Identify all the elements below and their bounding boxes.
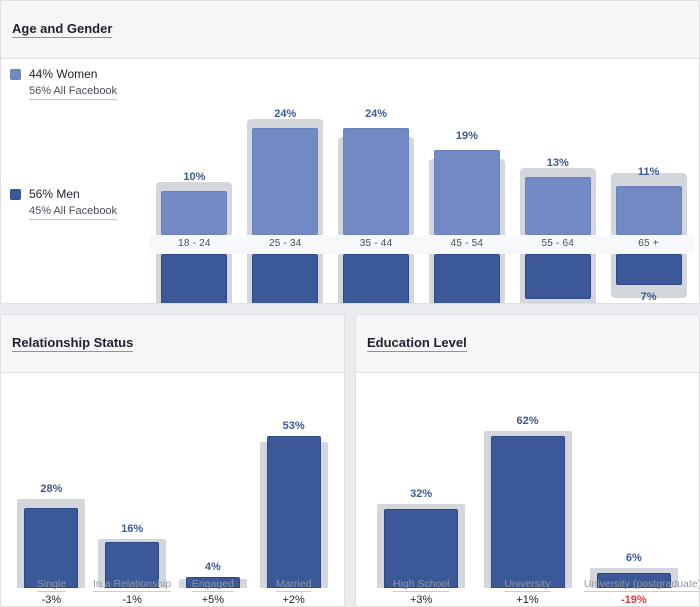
bar-column[interactable]: 53% Married +2% [259, 373, 328, 606]
age-group-column[interactable]: 11% 7% 65 + [610, 59, 687, 304]
age-and-gender-header: Age and Gender [1, 1, 699, 59]
bar-delta-label: -19% [620, 594, 647, 606]
bar-category: University +1% [478, 574, 578, 606]
bar-value-label: 32% [410, 488, 433, 501]
age-group-label: 25 - 34 [268, 238, 302, 249]
bar-category: Engaged +5% [173, 574, 253, 606]
bar-category: University (postgraduate) -19% [583, 574, 699, 606]
women-value-label: 19% [455, 130, 478, 143]
bar-delta-label: -3% [41, 594, 62, 606]
bar-category-label[interactable]: University [504, 578, 551, 592]
bar-column[interactable]: 4% Engaged +5% [178, 373, 247, 606]
bar-category: In a Relationship -1% [92, 574, 172, 606]
relationship-status-chart: 28% Single -3% 16% In a Relationship -1% 4% Eng… [1, 373, 344, 606]
women-bar[interactable] [343, 128, 410, 235]
bar-category-label[interactable]: Single [36, 578, 66, 592]
legend-men-row: 56% Men [10, 187, 117, 201]
bar-delta-label: +1% [516, 594, 539, 606]
bar-column[interactable]: 28% Single -3% [17, 373, 86, 606]
women-value-label: 24% [274, 108, 297, 121]
legend-men-label: 56% Men [29, 187, 80, 201]
age-and-gender-body: 44% Women 56% All Facebook 56% Men 45% A… [1, 59, 699, 304]
legend-swatch-icon-men [10, 188, 21, 200]
bar-category-label[interactable]: High School [392, 578, 450, 592]
women-value-label: 10% [183, 170, 206, 183]
bar-category-label[interactable]: University (postgraduate) [583, 578, 699, 592]
education-level-body: 32% High School +3% 62% University +1% 6% Unive… [356, 373, 699, 606]
relationship-status-body: 28% Single -3% 16% In a Relationship -1% 4% Eng… [1, 373, 344, 606]
age-group-column[interactable]: 10%12%18 - 24 [156, 59, 233, 303]
legend-swatch-icon-women [10, 68, 21, 80]
bar-value-label: 4% [204, 560, 221, 573]
bar-column[interactable]: 6% University (postgraduate) -19% [583, 373, 699, 606]
value-bar[interactable] [490, 435, 565, 588]
education-level-header: Education Level [356, 315, 699, 373]
legend-men-benchmark[interactable]: 45% All Facebook [29, 205, 118, 220]
legend-women: 44% Women 56% All Facebook [10, 67, 118, 100]
men-value-label: 7% [640, 291, 657, 304]
relationship-status-panel: Relationship Status 28% Single -3% 16% In a … [0, 314, 345, 607]
value-bar[interactable] [266, 436, 321, 588]
bar-delta-label: -1% [122, 594, 142, 606]
bar-column[interactable]: 16% In a Relationship -1% [93, 373, 172, 606]
age-group-column[interactable]: 24%24%35 - 44 [338, 59, 415, 303]
bar-column[interactable]: 32% High School +3% [377, 373, 466, 606]
bar-delta-label: +2% [282, 594, 305, 606]
bar-category: Single -3% [11, 574, 91, 606]
age-group-label: 55 - 64 [541, 238, 575, 249]
bar-category: Married +2% [254, 574, 334, 606]
age-group-column[interactable]: 19%16%45 - 54 [428, 59, 505, 303]
men-bar[interactable] [524, 254, 591, 299]
women-bar[interactable] [524, 177, 591, 235]
bar-category-label[interactable]: Married [275, 578, 312, 592]
relationship-status-header: Relationship Status [1, 315, 344, 373]
age-and-gender-panel: Age and Gender 44% Women 56% All Faceboo… [0, 0, 700, 304]
women-bar[interactable] [252, 128, 319, 235]
women-bar[interactable] [161, 190, 228, 235]
women-bar[interactable] [433, 150, 500, 235]
demographics-dashboard: Age and Gender 44% Women 56% All Faceboo… [0, 0, 700, 607]
bar-value-label: 28% [40, 483, 63, 496]
legend-men: 56% Men 45% All Facebook [10, 187, 118, 220]
women-value-label: 24% [365, 108, 388, 121]
women-bar[interactable] [615, 186, 682, 235]
bar-delta-label: +5% [201, 594, 225, 606]
bar-category-label[interactable]: Engaged [191, 578, 234, 592]
men-bar[interactable] [615, 254, 682, 286]
page-title: Age and Gender [12, 21, 113, 38]
bar-value-label: 53% [282, 420, 305, 433]
legend-women-row: 44% Women [10, 67, 117, 81]
education-level-panel: Education Level 32% High School +3% 62% Univ… [355, 314, 700, 607]
bar-category-label[interactable]: In a Relationship [93, 578, 172, 592]
age-group-label: 18 - 24 [178, 238, 211, 249]
women-value-label: 11% [637, 166, 660, 179]
men-bar[interactable] [161, 254, 228, 303]
age-group-column[interactable]: 24%31%25 - 34 [247, 59, 324, 303]
bar-value-label: 16% [121, 523, 144, 536]
men-bar[interactable] [343, 254, 410, 303]
women-value-label: 13% [546, 157, 569, 170]
men-bar[interactable] [252, 254, 319, 303]
bar-delta-label: +3% [409, 594, 433, 606]
men-bar[interactable] [433, 254, 500, 303]
relationship-status-title: Relationship Status [12, 335, 134, 352]
legend-women-label: 44% Women [29, 67, 98, 81]
bar-category: High School +3% [371, 574, 471, 606]
bar-value-label: 62% [516, 414, 539, 427]
education-level-chart: 32% High School +3% 62% University +1% 6% Unive… [356, 373, 699, 606]
bar-column[interactable]: 62% University +1% [483, 373, 572, 606]
bar-value-label: 6% [625, 552, 642, 565]
age-group-label: 45 - 54 [450, 238, 484, 249]
education-level-title: Education Level [367, 335, 467, 352]
legend-women-benchmark[interactable]: 56% All Facebook [29, 85, 118, 100]
age-group-label: 35 - 44 [359, 238, 393, 249]
age-group-column[interactable]: 13%10%55 - 64 [519, 59, 596, 303]
age-gender-chart: 10%12%18 - 2424%31%25 - 3424%24%35 - 441… [149, 59, 694, 304]
age-group-label: 65 + [638, 238, 659, 249]
